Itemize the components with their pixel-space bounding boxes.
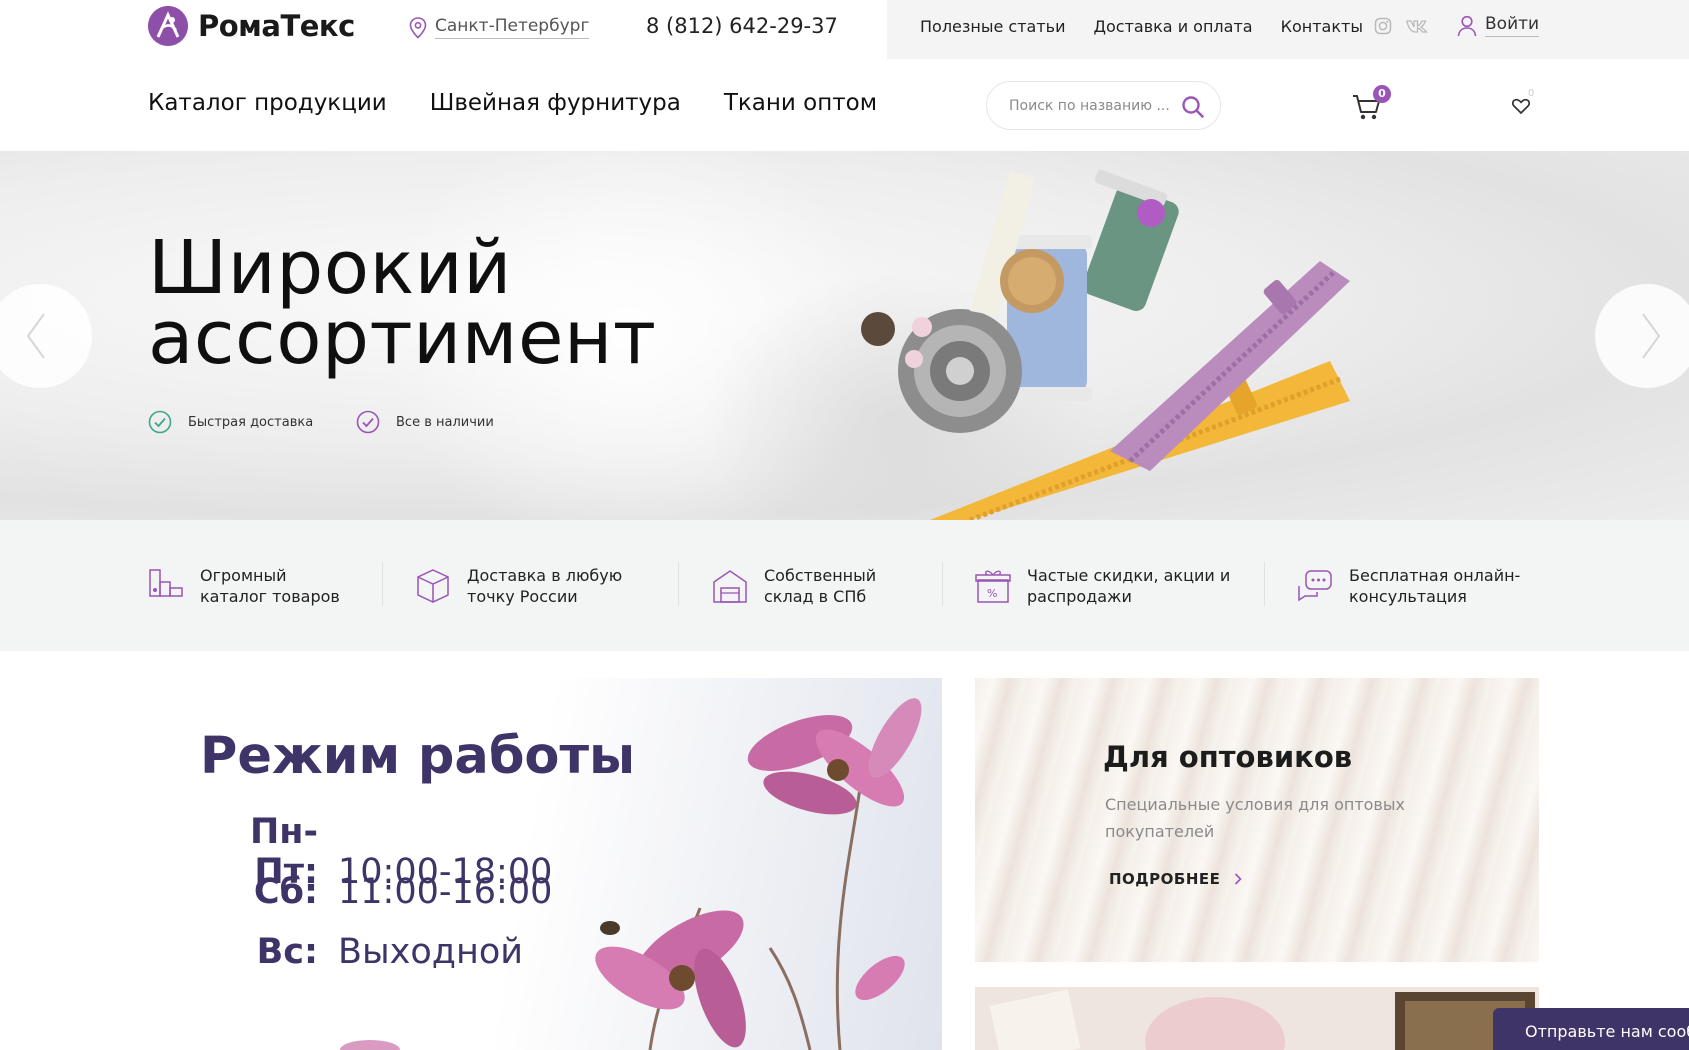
hero-title-line2: ассортимент [148,295,657,381]
hero-feature-fast-delivery: Быстрая доставка [148,410,313,434]
promo-card-yarn[interactable] [975,987,1539,1050]
benefit-discounts: % Частые скидки, акции и распродажи [975,565,1230,607]
wholesale-more-link[interactable]: ПОДРОБНЕЕ [1109,870,1243,888]
benefit-consultation: Бесплатная онлайн- консультация [1297,565,1520,607]
hero-feature-label: Все в наличии [396,414,494,430]
slider-next-button[interactable] [1595,284,1689,388]
schedule-row-sunday: Вс: Выходной [200,932,523,972]
city-selector[interactable]: Санкт-Петербург [409,16,590,39]
wholesale-title: Для оптовиков [1103,740,1353,774]
link-delivery-payment[interactable]: Доставка и оплата [1094,17,1253,36]
check-circle-icon [356,410,380,434]
schedule-day-label: Вс: [256,932,318,972]
search-icon[interactable] [1180,94,1206,120]
hero-feature-label: Быстрая доставка [188,414,314,430]
svg-text:%: % [987,587,997,600]
social-links [1374,17,1428,35]
divider [942,562,943,606]
benefit-label: Бесплатная онлайн- консультация [1349,566,1521,606]
benefit-label: Собственный склад в СПб [764,566,877,606]
main-nav: Каталог продукции Швейная фурнитура Ткан… [148,90,877,116]
favorites-count-badge: 0 [1528,88,1535,99]
working-hours-title: Режим работы [200,727,636,786]
benefit-delivery: Доставка в любую точку России [415,565,622,607]
city-name: Санкт-Петербург [435,16,590,39]
more-label: ПОДРОБНЕЕ [1109,870,1221,888]
favorites-button[interactable] [1512,94,1542,122]
chevron-right-icon [1642,313,1661,359]
delivery-box-icon [417,569,449,603]
divider [1264,562,1265,606]
site-logo[interactable]: РомаТекс [148,6,355,46]
vk-icon[interactable] [1406,17,1428,35]
chevron-right-icon [1235,873,1243,885]
instagram-icon[interactable] [1374,17,1392,35]
benefit-label: Частые скидки, акции и распродажи [1027,566,1231,606]
divider [382,562,383,606]
feedback-label: Отправьте нам сообщение [1525,1021,1689,1041]
search-box [986,81,1221,130]
gift-discount-icon: % [975,570,1011,603]
cart-button[interactable]: 0 [1352,85,1392,122]
slider-prev-button[interactable] [0,284,92,388]
chevron-left-icon [26,313,45,359]
top-links: Полезные статьи Доставка и оплата Контак… [920,17,1363,36]
search-input[interactable] [1009,94,1174,118]
sewing-supplies-illustration [861,169,1350,520]
top-bar: РомаТекс Санкт-Петербург 8 (812) 642-29-… [0,0,1689,59]
cart-count-badge: 0 [1373,85,1391,103]
chat-consult-icon [1298,570,1332,602]
working-hours-banner: Режим работы Пн-Пт: 10:00-18:00 Сб: 11:00-… [0,678,942,1050]
login-link[interactable]: Войти [1457,14,1540,37]
login-label: Войти [1485,14,1540,37]
hero-slider: Широкий ассортимент Быстрая доставка Все… [0,151,1689,520]
link-articles[interactable]: Полезные статьи [920,17,1066,36]
hero-title-line1: Широкий [148,225,512,311]
phone-number[interactable]: 8 (812) 642-29-37 [646,14,838,38]
catalog-icon [149,569,183,597]
benefit-label: Доставка в любую точку России [467,566,623,606]
location-pin-icon [409,16,427,39]
schedule-hours: 11:00-16:00 [338,872,553,912]
benefit-label: Огромный каталог товаров [200,566,340,606]
nav-item-catalog[interactable]: Каталог продукции [148,90,387,116]
yarn-illustration [975,987,1539,1050]
logo-text: РомаТекс [198,9,355,43]
benefit-catalog: Огромный каталог товаров [148,565,340,607]
logo-icon [148,6,188,46]
hero-title: Широкий ассортимент [148,225,657,381]
wholesale-subtitle: Специальные условия для оптовых покупате… [1105,795,1405,841]
nav-item-wholesale-fabrics[interactable]: Ткани оптом [724,90,877,116]
benefit-warehouse: Собственный склад в СПб [712,565,876,607]
schedule-row-saturday: Сб: 11:00-16:00 [200,872,552,912]
heart-icon [1512,98,1530,114]
nav-item-sewing-accessories[interactable]: Швейная фурнитура [430,90,681,116]
warehouse-icon [713,570,747,603]
schedule-hours: Выходной [338,932,524,972]
check-circle-icon [148,410,172,434]
link-contacts[interactable]: Контакты [1281,17,1363,36]
divider [678,562,679,606]
user-icon [1457,15,1477,36]
wholesale-card[interactable]: Для оптовиков Специальные условия для оп… [975,678,1539,962]
hero-feature-in-stock: Все в наличии [356,410,494,434]
benefits-strip: Огромный каталог товаров Доставка в любу… [0,520,1689,651]
feedback-button[interactable]: Отправьте нам сообщение [1493,1008,1689,1050]
schedule-day-label: Сб: [253,872,318,912]
